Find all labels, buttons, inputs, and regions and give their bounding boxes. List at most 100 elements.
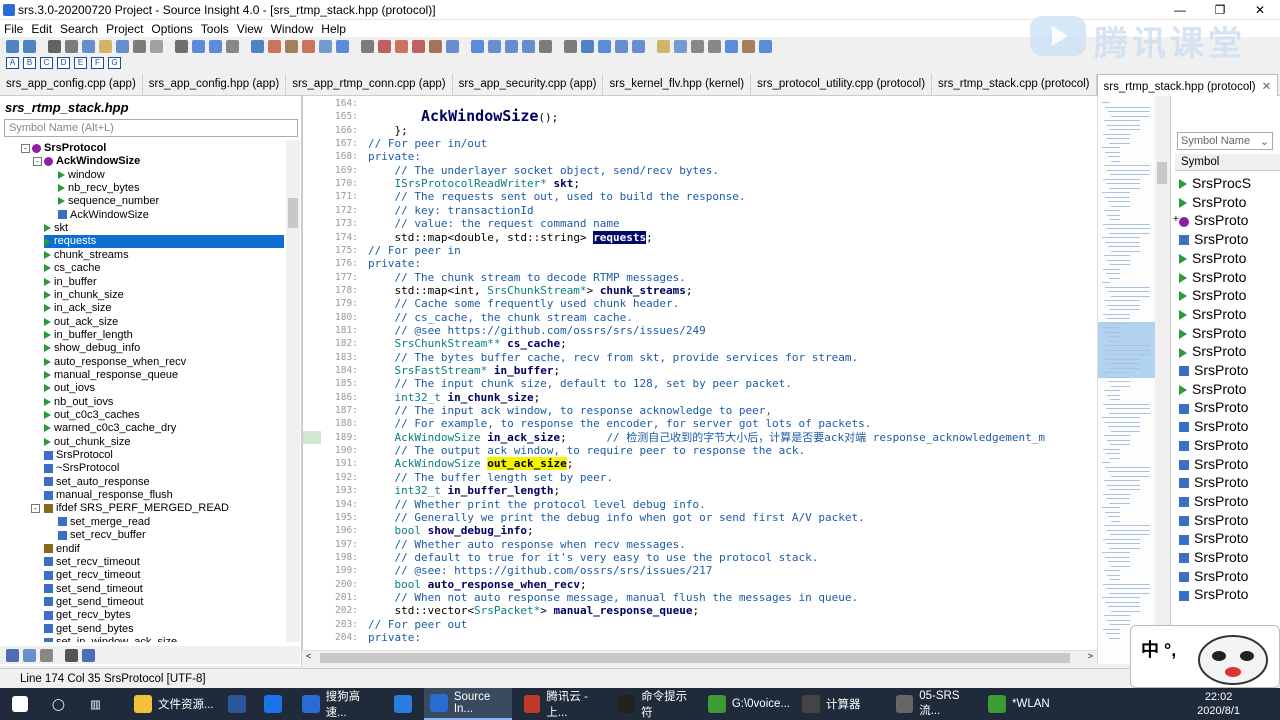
- tree-item[interactable]: cs_cache: [44, 262, 100, 275]
- tree-item[interactable]: chunk_streams: [44, 249, 129, 262]
- symbol-list-item[interactable]: + SrsProto: [1173, 211, 1248, 229]
- code-line[interactable]: int32_t in_chunk_size;: [368, 391, 541, 404]
- tree-item[interactable]: nb_out_iovs: [44, 396, 113, 409]
- symbol-list-item[interactable]: SrsProto: [1179, 286, 1246, 304]
- toolbar-button-icon[interactable]: [446, 39, 459, 53]
- tree-item[interactable]: set_recv_timeout: [44, 556, 140, 569]
- tree-item[interactable]: get_recv_bytes: [44, 609, 131, 622]
- symbol-list-item[interactable]: SrsProto: [1179, 567, 1248, 585]
- taskbar-app[interactable]: [388, 688, 418, 720]
- toolbar-button-icon[interactable]: [632, 39, 645, 53]
- toolbar-small-icon[interactable]: E: [74, 57, 87, 69]
- symbol-list-item[interactable]: SrsProto: [1179, 455, 1248, 473]
- toolbar-button-icon[interactable]: [361, 39, 374, 53]
- tree-item[interactable]: AckWindowSize: [44, 155, 140, 168]
- close-tab-icon[interactable]: ✕: [1262, 81, 1272, 93]
- symbol-list-item[interactable]: SrsProto: [1179, 473, 1248, 491]
- toolbar-small-icon[interactable]: G: [108, 57, 121, 69]
- taskbar-app[interactable]: 腾讯云 - 上...: [518, 688, 606, 720]
- toolbar-button-icon[interactable]: [742, 39, 755, 53]
- tree-item[interactable]: get_send_timeout: [44, 596, 143, 609]
- tree-item[interactable]: ifdef SRS_PERF_MERGED_READ: [44, 502, 229, 515]
- system-clock[interactable]: 22:02 2020/8/1: [1197, 690, 1240, 718]
- scrollbar-thumb[interactable]: [288, 198, 298, 228]
- tree-item[interactable]: in_ack_size: [44, 302, 111, 315]
- file-tab[interactable]: srs_app_rtmp_conn.cpp (app): [286, 74, 453, 96]
- code-line[interactable]: // key: transactionId: [368, 204, 533, 217]
- code-line[interactable]: // The chunk stream to decode RTMP messa…: [368, 271, 685, 284]
- code-line[interactable]: std::map<int, SrsChunkStream*> chunk_str…: [368, 284, 692, 297]
- tree-expander-icon[interactable]: +: [1173, 211, 1179, 229]
- code-line[interactable]: // For peer in: [368, 244, 461, 257]
- tree-expander-icon[interactable]: -: [33, 157, 42, 167]
- toolbar-small-icon[interactable]: A: [6, 57, 19, 69]
- file-tab[interactable]: srs_kernel_flv.hpp (kernel): [603, 74, 752, 96]
- toolbar-button-icon[interactable]: [99, 39, 112, 53]
- tree-item[interactable]: in_buffer_length: [44, 329, 133, 342]
- code-line[interactable]: // The underlayer socket object, send/re…: [368, 164, 719, 177]
- taskbar-app[interactable]: [222, 688, 252, 720]
- code-line[interactable]: SrsFastStream* in_buffer;: [368, 364, 561, 377]
- code-line[interactable]: ISrsProtocolReadWriter* skt;: [368, 177, 580, 190]
- tree-item[interactable]: show_debug_info: [44, 342, 140, 355]
- menu-view[interactable]: View: [233, 20, 267, 36]
- code-line[interactable]: // Whether print the protocol level debu…: [368, 498, 705, 511]
- file-tab[interactable]: srs_app_config.cpp (app): [0, 74, 143, 96]
- code-line[interactable]: private:: [368, 631, 421, 644]
- tree-item[interactable]: get_recv_timeout: [44, 569, 140, 582]
- toolbar-button-icon[interactable]: [319, 39, 332, 53]
- toolbar-small-icon[interactable]: F: [91, 57, 104, 69]
- menu-search[interactable]: Search: [56, 20, 102, 36]
- taskbar-app[interactable]: *WLAN: [982, 688, 1062, 720]
- toolbar-button-icon[interactable]: [539, 39, 552, 53]
- code-line[interactable]: AckWindowSize();: [368, 109, 558, 125]
- task-view-button[interactable]: ▥: [84, 688, 114, 720]
- toolbar-button-icon[interactable]: [505, 39, 518, 53]
- toolbar-button-icon[interactable]: [336, 39, 349, 53]
- tree-item[interactable]: SrsProtocol: [44, 449, 113, 462]
- symbol-column-header[interactable]: Symbol: [1175, 154, 1280, 171]
- symbol-list-item[interactable]: SrsProto: [1179, 268, 1246, 286]
- list-view-icon[interactable]: [23, 648, 36, 662]
- toolbar-button-icon[interactable]: [488, 39, 501, 53]
- tree-item[interactable]: AckWindowSize: [58, 209, 149, 222]
- symbol-list-item[interactable]: SrsProto: [1179, 305, 1246, 323]
- toolbar-button-icon[interactable]: [598, 39, 611, 53]
- code-line[interactable]: // Cache some frequently used chunk head…: [368, 297, 679, 310]
- symbol-list-item[interactable]: SrsProto: [1179, 585, 1248, 603]
- code-line[interactable]: private:: [368, 257, 421, 270]
- toolbar-button-icon[interactable]: [48, 39, 61, 53]
- editor-horizontal-scrollbar[interactable]: < >: [302, 650, 1097, 664]
- tree-item[interactable]: sequence_number: [58, 195, 159, 208]
- code-overview-minimap[interactable]: [1097, 96, 1156, 664]
- toolbar-button-icon[interactable]: [429, 39, 442, 53]
- code-line[interactable]: // Whether auto response when recv messa…: [368, 538, 685, 551]
- code-line[interactable]: AckWindowSize in_ack_size; // 检测自己收到的字节大…: [368, 431, 1045, 444]
- tree-item[interactable]: set_auto_response: [44, 476, 150, 489]
- taskbar-app[interactable]: 计算器: [796, 688, 884, 720]
- tree-item[interactable]: manual_response_flush: [44, 489, 173, 502]
- tree-item[interactable]: out_c0c3_caches: [44, 409, 140, 422]
- toolbar-small-icon[interactable]: B: [23, 57, 36, 69]
- symbol-list-item[interactable]: SrsProto: [1179, 436, 1248, 454]
- code-line[interactable]: };: [368, 124, 407, 137]
- tree-item[interactable]: out_chunk_size: [44, 436, 130, 449]
- symbol-list-item[interactable]: SrsProto: [1179, 230, 1248, 248]
- file-tab[interactable]: srs_app_config.hpp (app): [143, 74, 287, 96]
- symbol-list-item[interactable]: SrsProto: [1179, 249, 1246, 267]
- toolbar-button-icon[interactable]: [395, 39, 408, 53]
- sort-az-icon[interactable]: [6, 648, 19, 662]
- file-tab[interactable]: srs_rtmp_stack.hpp (protocol) ✕: [1096, 74, 1279, 96]
- file-tab[interactable]: srs_app_security.cpp (app): [453, 74, 604, 96]
- scrollbar-thumb[interactable]: [1157, 162, 1167, 184]
- tree-item[interactable]: set_in_window_ack_size: [44, 636, 177, 642]
- code-line[interactable]: // The buffer length set by peer.: [368, 471, 613, 484]
- tree-expander-icon[interactable]: -: [21, 144, 30, 153]
- toolbar-button-icon[interactable]: [285, 39, 298, 53]
- code-line[interactable]: // The input chunk size, default to 128,…: [368, 377, 791, 390]
- toolbar-button-icon[interactable]: [615, 39, 628, 53]
- tree-item[interactable]: in_buffer: [44, 276, 97, 289]
- toolbar-button-icon[interactable]: [6, 39, 19, 53]
- code-line[interactable]: // @see https://github.com/ossrs/srs/iss…: [368, 324, 705, 337]
- code-line[interactable]: // For example, to response the encoder,…: [368, 417, 871, 430]
